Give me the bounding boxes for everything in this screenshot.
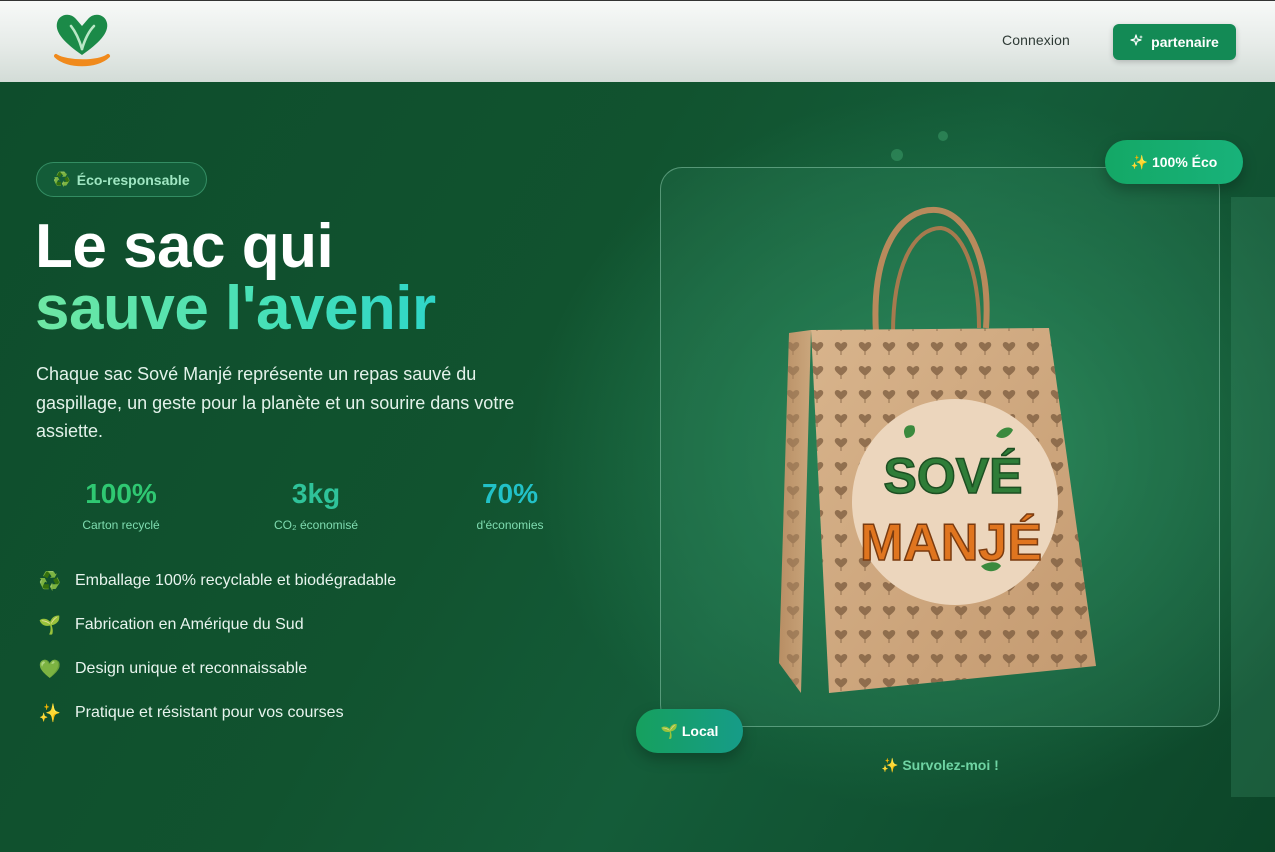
feature-item: 💚 Design unique et reconnaissable bbox=[38, 657, 307, 681]
hero-description: Chaque sac Sové Manjé représente un repa… bbox=[36, 364, 515, 441]
stat-value: 100% bbox=[85, 478, 157, 509]
local-badge: 🌱 Local bbox=[636, 709, 743, 753]
hero-title-line1: Le sac qui bbox=[35, 212, 334, 281]
feature-label: Design unique et reconnaissable bbox=[75, 660, 308, 677]
partner-button-label: partenaire bbox=[1151, 34, 1219, 50]
stat-recycled: 100% Carton recyclé bbox=[36, 477, 206, 532]
eco-badge: ♻️ Éco-responsable bbox=[36, 162, 207, 197]
kraft-bag-image: SOVÉ MANJÉ bbox=[779, 206, 1096, 693]
seedling-icon: 🌱 bbox=[38, 614, 62, 635]
decor-strip bbox=[1231, 197, 1275, 797]
hero-title-line2: sauve l'avenir bbox=[35, 274, 436, 343]
login-link[interactable]: Connexion bbox=[1002, 32, 1070, 52]
sparkles-icon bbox=[1130, 33, 1144, 51]
feature-label: Pratique et résistant pour vos courses bbox=[75, 704, 344, 721]
stat-label: d'économies bbox=[476, 518, 544, 532]
eco-100-badge-label: ✨ 100% Éco bbox=[1130, 153, 1218, 170]
site-header: Connexion partenaire bbox=[0, 0, 1275, 82]
sparkles-icon: ✨ bbox=[38, 702, 62, 723]
stat-savings: 70% d'économies bbox=[425, 477, 595, 532]
recycle-icon: ♻️ bbox=[38, 570, 62, 591]
stat-label: Carton recyclé bbox=[82, 518, 160, 532]
eco-100-badge: ✨ 100% Éco bbox=[1105, 140, 1243, 184]
eco-badge-label: Éco-responsable bbox=[76, 171, 190, 188]
bag-brand-line1: SOVÉ bbox=[884, 448, 1023, 504]
local-badge-label: 🌱 Local bbox=[660, 722, 719, 739]
heart-leaf-smile-logo[interactable] bbox=[53, 11, 111, 71]
feature-label: Fabrication en Amérique du Sud bbox=[75, 616, 304, 633]
partner-button[interactable]: partenaire bbox=[1113, 24, 1236, 60]
hover-hint: ✨ Survolez-moi ! bbox=[881, 757, 999, 773]
bag-brand-line2: MANJÉ bbox=[860, 514, 1042, 572]
stat-label: CO₂ économisé bbox=[273, 518, 359, 532]
feature-label: Emballage 100% recyclable et biodégradab… bbox=[75, 572, 397, 589]
stat-co2: 3kg CO₂ économisé bbox=[231, 477, 401, 532]
recycle-icon: ♻️ bbox=[53, 171, 71, 187]
decor-dot bbox=[891, 149, 903, 161]
feature-item: ♻️ Emballage 100% recyclable et biodégra… bbox=[38, 569, 396, 593]
stat-value: 70% bbox=[481, 478, 539, 509]
product-card[interactable]: SOVÉ MANJÉ bbox=[660, 167, 1220, 727]
stat-value: 3kg bbox=[291, 478, 341, 509]
green-heart-icon: 💚 bbox=[38, 658, 62, 679]
feature-item: 🌱 Fabrication en Amérique du Sud bbox=[38, 613, 304, 637]
decor-dot bbox=[938, 131, 948, 141]
feature-item: ✨ Pratique et résistant pour vos courses bbox=[38, 701, 344, 725]
